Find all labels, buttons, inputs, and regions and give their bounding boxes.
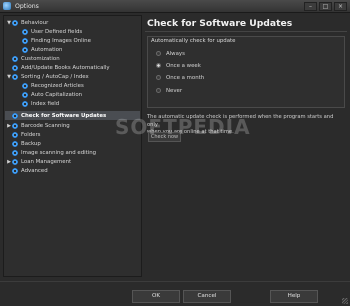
radio-label: Never <box>166 87 183 94</box>
gear-icon <box>12 149 18 156</box>
resize-grip-icon[interactable] <box>342 298 348 304</box>
tree-item-behaviour[interactable]: ▼ Behaviour <box>6 18 48 27</box>
tree-item-index-field[interactable]: Index field <box>22 99 59 108</box>
tree-item-label: Index field <box>31 100 60 107</box>
radio-always[interactable]: Always <box>156 49 185 58</box>
radio-once-a-week[interactable]: Once a week <box>156 61 201 70</box>
radio-never[interactable]: Never <box>156 86 182 95</box>
radio-label: Always <box>166 50 185 57</box>
tree-item-label: Advanced <box>21 167 48 174</box>
gear-icon <box>12 55 18 62</box>
tree-item-finding-images-online[interactable]: Finding Images Online <box>22 36 91 45</box>
gear-icon <box>22 82 28 89</box>
gear-icon <box>12 140 18 147</box>
minimize-button[interactable]: – <box>304 2 317 11</box>
radio-label: Once a month <box>166 74 205 81</box>
gear-icon <box>12 73 18 80</box>
gear-icon <box>22 46 28 53</box>
tree-item-label: Loan Management <box>21 158 72 165</box>
tree-item-label: Add/Update Books Automatically <box>21 64 110 71</box>
tree-item-label: Customization <box>21 55 60 62</box>
gear-icon <box>12 167 18 174</box>
tree-item-label: Folders <box>21 131 41 138</box>
tree-item-user-defined-fields[interactable]: User Defined fields <box>22 27 82 36</box>
tree-item-label: Auto Capitalization <box>31 91 83 98</box>
gear-icon <box>12 131 18 138</box>
settings-panel: Check for Software Updates Automatically… <box>145 15 347 277</box>
radio-button[interactable] <box>156 75 161 80</box>
radio-button[interactable] <box>156 51 161 56</box>
update-frequency-group: Automatically check for update Always On… <box>147 36 345 108</box>
tree-item-label: Barcode Scanning <box>21 122 70 129</box>
gear-icon <box>22 28 28 35</box>
gear-icon <box>22 37 28 44</box>
ok-button[interactable]: OK <box>132 290 180 303</box>
radio-once-a-month[interactable]: Once a month <box>156 73 204 82</box>
tree-item-folders[interactable]: Folders <box>12 130 40 139</box>
tree-item-label: Image scanning and editing <box>21 149 97 156</box>
dialog-button-bar: OK Cancel Help <box>0 281 350 306</box>
gear-icon <box>12 158 18 165</box>
tree-item-automation[interactable]: Automation <box>22 45 62 54</box>
help-button[interactable]: Help <box>270 290 318 303</box>
watermark-text: SOFTPEDIA <box>115 115 251 139</box>
tree-item-backup[interactable]: Backup <box>12 139 41 148</box>
maximize-button[interactable]: □ <box>319 2 332 11</box>
tree-item-label: User Defined fields <box>31 28 83 35</box>
tree-item-label: Backup <box>21 140 41 147</box>
tree-item-label: Sorting / AutoCap / Index <box>21 73 89 80</box>
gear-icon <box>12 19 18 26</box>
tree-item-label: Recognized Articles <box>31 82 84 89</box>
gear-icon <box>22 91 28 98</box>
tree-item-add-update-books[interactable]: Add/Update Books Automatically <box>12 63 110 72</box>
tree-item-label: Behaviour <box>21 19 49 26</box>
options-tree[interactable]: ▼ Behaviour User Defined fields Finding … <box>3 15 142 277</box>
tree-item-barcode-scanning[interactable]: ▶ Barcode Scanning <box>6 121 70 130</box>
tree-item-auto-capitalization[interactable]: Auto Capitalization <box>22 90 82 99</box>
tree-item-label: Finding Images Online <box>31 37 91 44</box>
tree-item-label: Check for Software Updates <box>21 112 107 119</box>
window-title: Options <box>15 2 39 10</box>
tree-item-label: Automation <box>31 46 63 53</box>
gear-icon <box>12 112 18 119</box>
window-controls: – □ × <box>304 2 347 11</box>
tree-item-sorting-autocap-index[interactable]: ▼ Sorting / AutoCap / Index <box>6 72 89 81</box>
cancel-button[interactable]: Cancel <box>183 290 231 303</box>
gear-icon <box>12 64 18 71</box>
close-button[interactable]: × <box>334 2 347 11</box>
radio-label: Once a week <box>166 62 201 69</box>
gear-icon <box>22 100 28 107</box>
tree-item-image-scanning-and-editing[interactable]: Image scanning and editing <box>12 148 96 157</box>
gear-icon <box>12 122 18 129</box>
app-icon <box>3 2 11 10</box>
page-title: Check for Software Updates <box>145 15 347 32</box>
radio-button-selected[interactable] <box>156 63 161 68</box>
tree-item-advanced[interactable]: Advanced <box>12 166 48 175</box>
group-title: Automatically check for update <box>151 38 236 44</box>
tree-item-loan-management[interactable]: ▶ Loan Management <box>6 157 71 166</box>
tree-item-customization[interactable]: Customization <box>12 54 60 63</box>
tree-item-recognized-articles[interactable]: Recognized Articles <box>22 81 84 90</box>
radio-button[interactable] <box>156 88 161 93</box>
title-bar: Options – □ × <box>0 0 350 13</box>
